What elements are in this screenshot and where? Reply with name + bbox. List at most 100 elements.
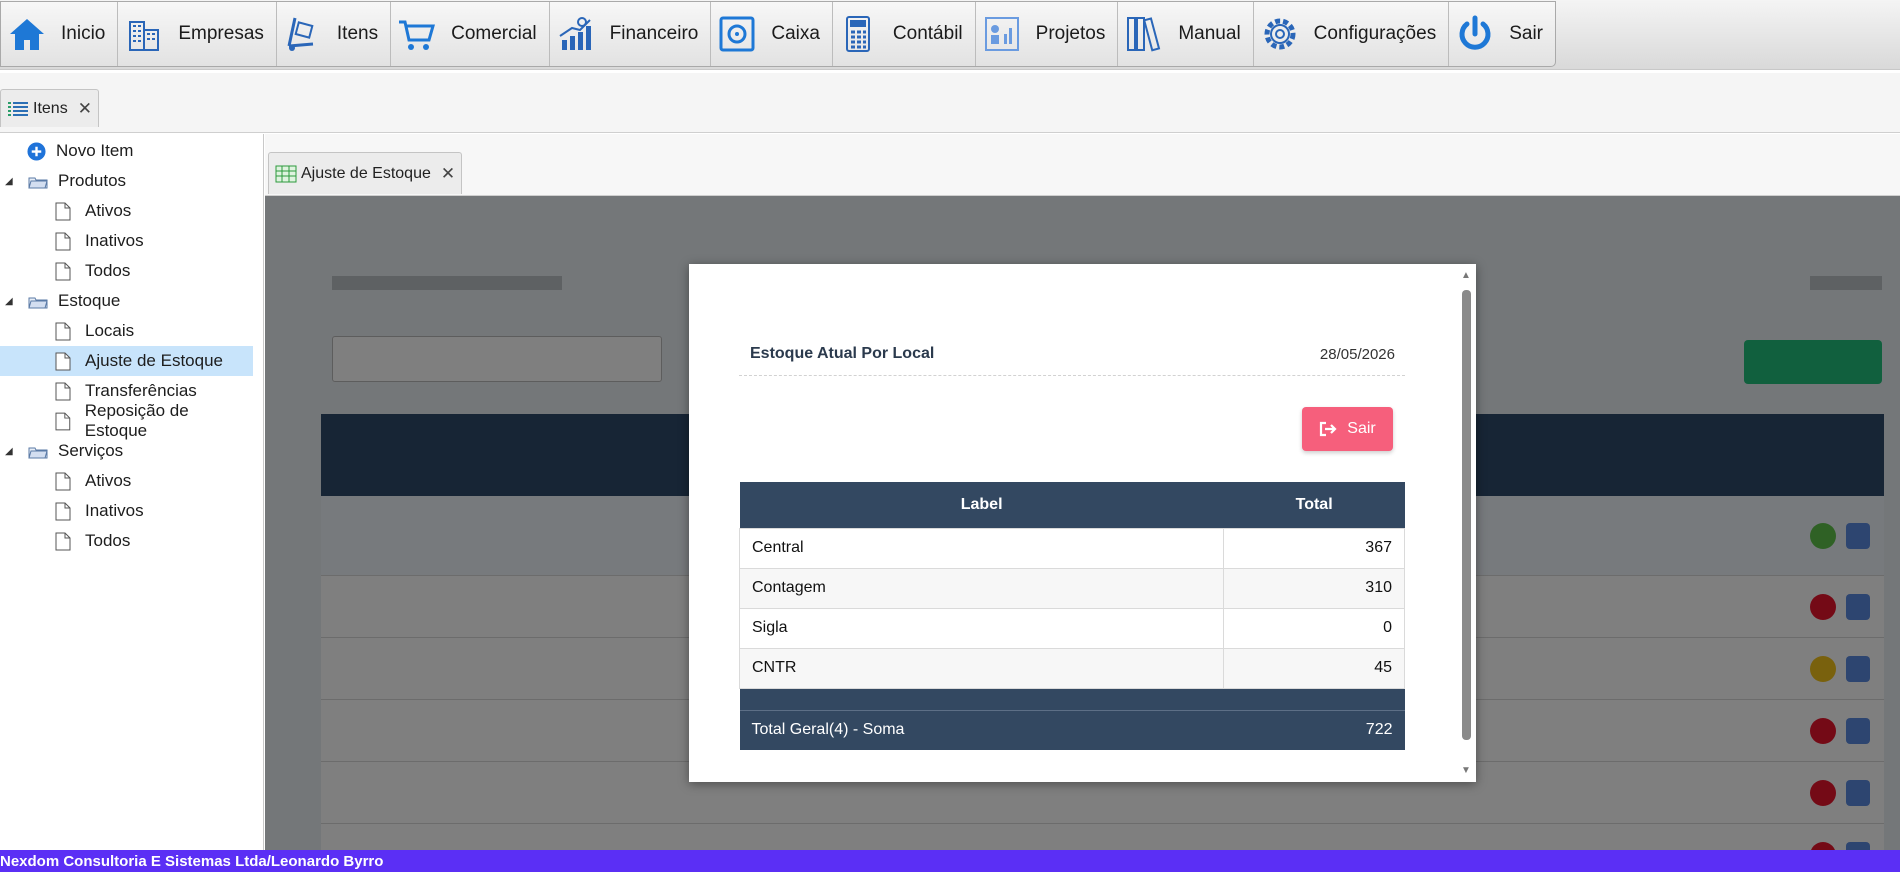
close-icon[interactable]: ✕: [78, 99, 92, 119]
menu-inicio[interactable]: Inicio: [1, 2, 119, 66]
menu-label: Contábil: [892, 23, 963, 44]
header-label[interactable]: Label: [739, 482, 1224, 528]
cell-total: 0: [1223, 607, 1405, 649]
scroll-down-arrow-icon[interactable]: ▼: [1460, 765, 1472, 776]
sidebar-item-reposicao-de-estoque[interactable]: Reposição de Estoque: [0, 401, 253, 440]
document-icon: [55, 472, 71, 490]
cell-total: 367: [1223, 527, 1405, 569]
expanded-triangle-icon[interactable]: ◢: [5, 446, 13, 457]
main-menu: Inicio Empresas Itens Comercial Financei…: [0, 1, 1556, 67]
menu-label: Itens: [336, 23, 379, 44]
footer-company-user: Nexdom Consultoria E Sistemas Ltda/Leona…: [0, 852, 384, 870]
calculator-icon: [845, 16, 870, 52]
sidebar-item-produtos-inativos[interactable]: Inativos: [0, 226, 253, 256]
sidebar-group-servicos[interactable]: ◢ Serviços: [0, 436, 253, 466]
sidebar-item-ajuste-de-estoque[interactable]: Ajuste de Estoque: [0, 346, 253, 376]
cell-total: 310: [1223, 567, 1405, 609]
scrollbar-thumb[interactable]: [1462, 290, 1471, 740]
sidebar-item-servicos-todos[interactable]: Todos: [0, 526, 253, 556]
expanded-triangle-icon[interactable]: ◢: [5, 296, 13, 307]
hand-truck-icon: [287, 17, 314, 51]
buildings-icon: [129, 21, 160, 51]
safe-icon: [719, 16, 755, 52]
table-row[interactable]: Contagem 310: [738, 567, 1405, 609]
modal-scrollbar[interactable]: ▲ ▼: [1460, 270, 1472, 776]
menu-configuracoes[interactable]: Configurações: [1254, 2, 1450, 66]
list-icon: [8, 101, 28, 116]
tab-label: Itens: [33, 99, 68, 117]
document-icon: [55, 352, 71, 370]
document-icon: [55, 322, 71, 340]
tab-itens[interactable]: Itens ✕: [0, 89, 99, 127]
menu-caixa[interactable]: Caixa: [711, 2, 833, 66]
menu-label: Inicio: [61, 23, 106, 44]
table-total-row: Total Geral(4) - Soma 722: [739, 709, 1405, 750]
sign-out-icon: [1320, 421, 1337, 437]
home-icon: [10, 19, 44, 50]
cart-icon: [399, 20, 436, 50]
growth-chart-icon: [559, 17, 591, 50]
sidebar-item-servicos-inativos[interactable]: Inativos: [0, 496, 253, 526]
menu-label: Projetos: [1035, 23, 1106, 44]
menu-contabil[interactable]: Contábil: [833, 2, 976, 66]
table-row[interactable]: CNTR 45: [738, 647, 1405, 689]
folder-open-icon: [28, 177, 48, 188]
table-grid-icon: [275, 165, 297, 182]
modal-divider: [739, 375, 1405, 376]
document-icon: [55, 232, 71, 250]
modal-exit-button[interactable]: Sair: [1302, 407, 1393, 451]
menu-sair[interactable]: Sair: [1449, 2, 1555, 66]
gear-icon: [1264, 18, 1296, 50]
menu-label: Comercial: [451, 23, 537, 44]
table-row[interactable]: Sigla 0: [738, 607, 1405, 649]
menu-projetos[interactable]: Projetos: [976, 2, 1119, 66]
sidebar-item-locais[interactable]: Locais: [0, 316, 253, 346]
folder-open-icon: [28, 297, 48, 308]
menu-label: Configurações: [1313, 23, 1437, 44]
inner-tab-strip: Ajuste de Estoque ✕: [265, 134, 1900, 196]
document-icon: [55, 412, 71, 430]
outer-tab-strip: Itens ✕: [0, 73, 1900, 133]
stock-table: Label Total Central 367 Contagem 310 Sig…: [738, 482, 1405, 750]
expanded-triangle-icon[interactable]: ◢: [5, 176, 13, 187]
menu-label: Sair: [1509, 23, 1543, 44]
sidebar-group-estoque[interactable]: ◢ Estoque: [0, 286, 253, 316]
cell-label: Contagem: [738, 567, 1225, 609]
menu-financeiro[interactable]: Financeiro: [550, 2, 712, 66]
menu-empresas[interactable]: Empresas: [118, 2, 277, 66]
menu-label: Manual: [1178, 23, 1241, 44]
cell-label: Sigla: [738, 607, 1225, 649]
document-icon: [55, 202, 71, 220]
folder-open-icon: [28, 447, 48, 458]
total-value: 722: [1223, 709, 1405, 750]
cell-label: Central: [738, 527, 1225, 569]
header-total[interactable]: Total: [1223, 482, 1405, 528]
sidebar-new-item[interactable]: Novo Item: [0, 136, 253, 166]
cell-total: 45: [1223, 647, 1405, 689]
binders-icon: [1127, 17, 1161, 52]
document-icon: [55, 532, 71, 550]
menu-itens[interactable]: Itens: [277, 2, 392, 66]
sidebar-item-produtos-todos[interactable]: Todos: [0, 256, 253, 286]
document-icon: [55, 502, 71, 520]
top-menu-bar: Inicio Empresas Itens Comercial Financei…: [0, 0, 1900, 70]
menu-label: Caixa: [771, 23, 820, 44]
table-row[interactable]: Central 367: [738, 527, 1405, 569]
menu-comercial[interactable]: Comercial: [391, 2, 550, 66]
modal-title: Estoque Atual Por Local: [750, 345, 935, 362]
sidebar-group-produtos[interactable]: ◢ Produtos: [0, 166, 253, 196]
exit-button-label: Sair: [1347, 420, 1376, 437]
stock-modal: Estoque Atual Por Local 28/05/2026 Sair …: [689, 264, 1476, 782]
tab-ajuste-de-estoque[interactable]: Ajuste de Estoque ✕: [268, 152, 463, 194]
scroll-up-arrow-icon[interactable]: ▲: [1460, 270, 1472, 281]
menu-manual[interactable]: Manual: [1118, 2, 1254, 66]
project-board-icon: [984, 17, 1019, 51]
close-icon[interactable]: ✕: [441, 164, 455, 184]
sidebar-item-produtos-ativos[interactable]: Ativos: [0, 196, 253, 226]
document-icon: [55, 382, 71, 400]
status-footer: Nexdom Consultoria E Sistemas Ltda/Leona…: [0, 850, 1900, 872]
plus-circle-icon: [27, 141, 46, 161]
modal-date: 28/05/2026: [1319, 346, 1395, 363]
sidebar-item-servicos-ativos[interactable]: Ativos: [0, 466, 253, 496]
table-header-row: Label Total: [739, 482, 1405, 528]
